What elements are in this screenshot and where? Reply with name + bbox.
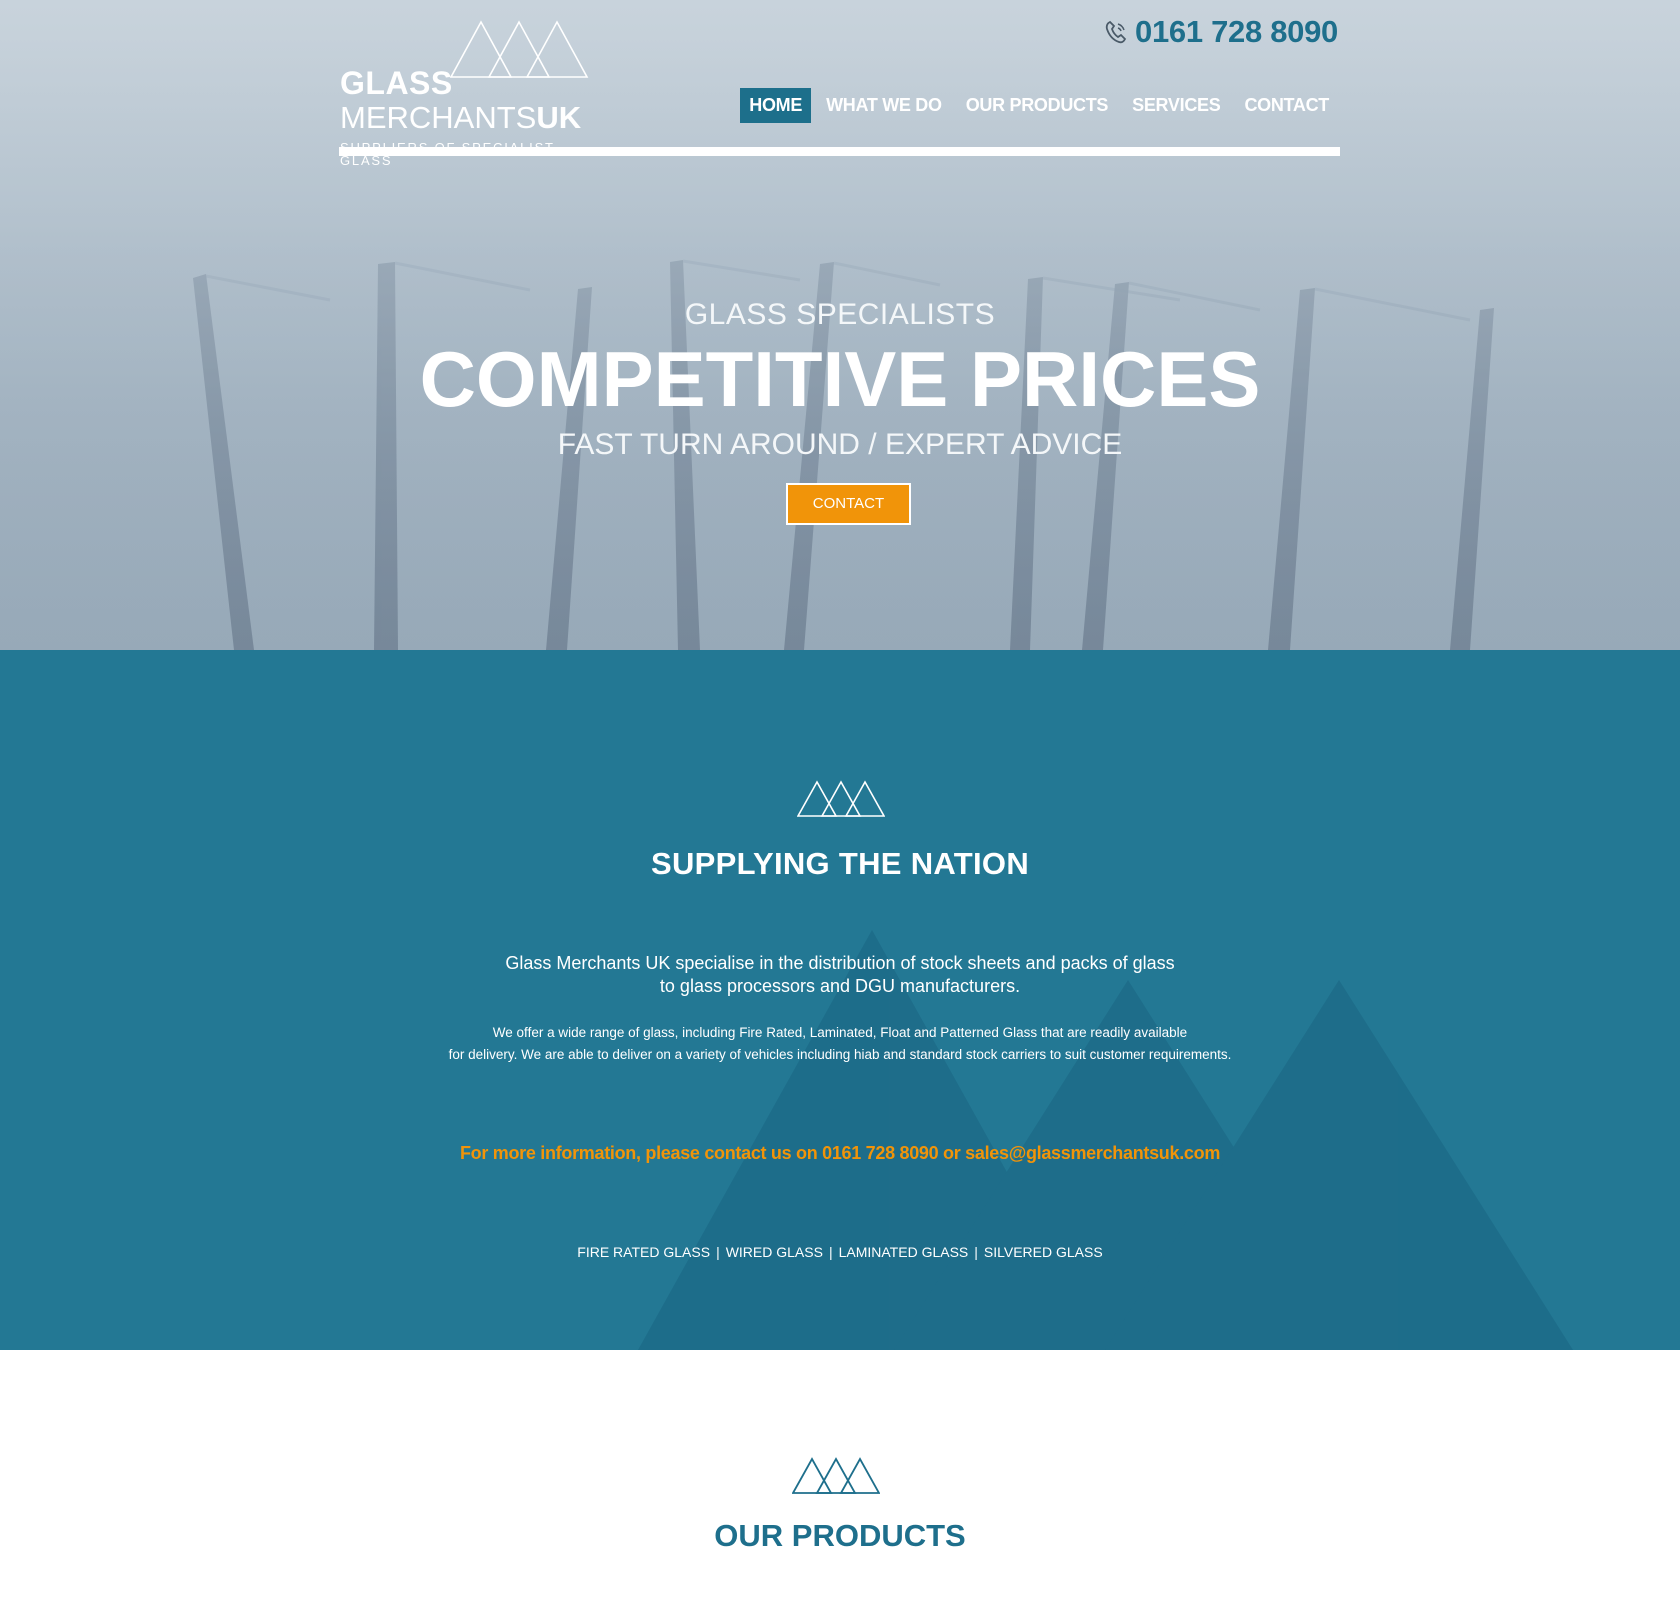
link-separator: | xyxy=(716,1244,720,1260)
products-title: OUR PRODUCTS xyxy=(714,1518,966,1553)
logo-uk-text: UK xyxy=(536,100,582,135)
logo-word-glass: GLASS xyxy=(340,65,453,101)
nav-item-services[interactable]: SERVICES xyxy=(1123,88,1229,123)
nav-item-our-products[interactable]: OUR PRODUCTS xyxy=(957,88,1117,123)
link-separator: | xyxy=(974,1244,978,1260)
link-separator: | xyxy=(828,1244,833,1260)
link-fire-rated-glass[interactable]: FIRE RATED GLASS xyxy=(577,1244,710,1260)
supplying-title: SUPPLYING THE NATION xyxy=(650,846,1030,881)
hero-title: COMPETITIVE PRICES xyxy=(419,335,1261,423)
nav-item-home[interactable]: HOME xyxy=(740,88,812,123)
supplying-body-line: We offer a wide range of glass, includin… xyxy=(492,1025,1188,1040)
header-phone[interactable]: 0161 728 8090 xyxy=(1105,14,1338,50)
phone-icon xyxy=(1105,20,1127,44)
nav-item-what-we-do[interactable]: WHAT WE DO xyxy=(817,88,951,123)
products-section: OUR PRODUCTS xyxy=(0,1350,1680,1612)
hero-subtitle: GLASS SPECIALISTS xyxy=(684,298,996,331)
main-nav: HOME WHAT WE DO OUR PRODUCTS SERVICES CO… xyxy=(740,88,1338,123)
logo-merchants-text: MERCHANTS xyxy=(340,100,537,135)
supplying-body: We offer a wide range of glass, includin… xyxy=(0,1022,1680,1066)
supplying-lead-line: to glass processors and DGU manufacturer… xyxy=(659,976,1021,996)
link-silvered-glass[interactable]: SILVERED GLASS xyxy=(984,1244,1103,1260)
triangles-logo-icon xyxy=(449,20,589,78)
hero-banner: GLASS MERCHANTSUK SUPPLIERS OF SPECIALIS… xyxy=(0,0,1680,650)
site-logo[interactable]: GLASS MERCHANTSUK SUPPLIERS OF SPECIALIS… xyxy=(339,20,599,167)
link-wired-glass[interactable]: WIRED GLASS xyxy=(726,1244,823,1260)
link-laminated-glass[interactable]: LAMINATED GLASS xyxy=(839,1244,969,1260)
phone-number: 0161 728 8090 xyxy=(1135,14,1338,49)
hero-contact-button[interactable]: CONTACT xyxy=(786,483,911,525)
supplying-body-line: for delivery. We are able to deliver on … xyxy=(448,1047,1232,1062)
hero-text: GLASS SPECIALISTS COMPETITIVE PRICES FAS… xyxy=(0,300,1680,460)
logo-word-merchants: MERCHANTSUK xyxy=(340,102,581,133)
product-links: FIRE RATED GLASS | WIRED GLASS | LAMINATED G… xyxy=(0,1244,1680,1260)
header: GLASS MERCHANTSUK SUPPLIERS OF SPECIALIS… xyxy=(339,0,1340,167)
supplying-lead-line: Glass Merchants UK specialise in the dis… xyxy=(505,953,1175,973)
header-divider xyxy=(339,147,1340,156)
supplying-contact-info[interactable]: For more information, please contact us … xyxy=(0,1143,1680,1164)
supplying-section: SUPPLYING THE NATION Glass Merchants UK … xyxy=(0,650,1680,1350)
supplying-lead: Glass Merchants UK specialise in the dis… xyxy=(0,952,1680,998)
triangles-logo-icon xyxy=(797,780,885,817)
hero-tagline: FAST TURN AROUND / EXPERT ADVICE xyxy=(557,428,1123,461)
triangles-logo-icon xyxy=(792,1457,880,1494)
nav-item-contact[interactable]: CONTACT xyxy=(1235,88,1338,123)
